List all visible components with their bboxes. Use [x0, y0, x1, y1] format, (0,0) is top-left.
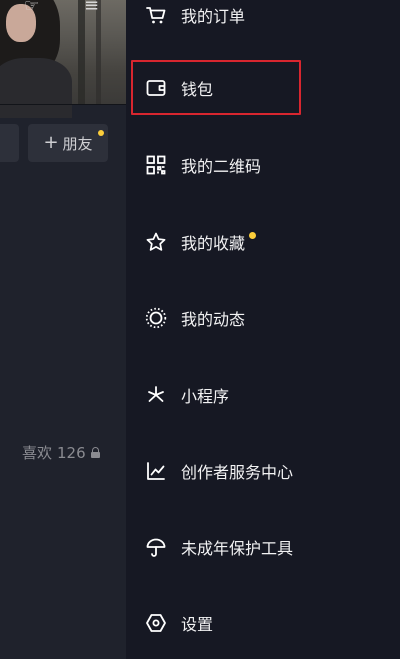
hand-icon[interactable]: ☞	[24, 0, 39, 15]
umbrella-icon	[145, 536, 167, 558]
menu-item-label: 创作者服务中心	[181, 463, 294, 482]
notification-dot	[249, 232, 256, 239]
likes-count: 126	[57, 443, 86, 462]
hamburger-menu-icon[interactable]: ≡	[84, 0, 99, 15]
star-icon	[145, 231, 167, 253]
profile-cover-photo	[0, 0, 126, 118]
menu-item-moments[interactable]: 我的动态	[126, 293, 400, 343]
menu-item-qrcode[interactable]: 我的二维码	[126, 140, 400, 190]
menu-item-label: 小程序	[181, 387, 230, 406]
menu-item-label: 我的二维码	[181, 157, 262, 176]
notification-dot	[98, 130, 104, 136]
menu-item-label: 设置	[181, 615, 214, 634]
divider	[0, 104, 126, 105]
menu-item-orders[interactable]: 我的订单	[126, 0, 400, 40]
plus-icon: +	[43, 132, 59, 153]
menu-item-wallet[interactable]: 钱包	[126, 63, 400, 113]
menu-item-creator-center[interactable]: 创作者服务中心	[126, 446, 400, 496]
menu-item-settings[interactable]: 设置	[126, 598, 400, 648]
menu-item-label: 我的订单	[181, 7, 246, 26]
cart-icon	[145, 4, 167, 26]
menu-item-minor-protection[interactable]: 未成年保护工具	[126, 522, 400, 572]
hexagon-gear-icon	[145, 612, 167, 634]
menu-item-label: 我的收藏	[181, 234, 246, 253]
menu-item-label: 钱包	[181, 80, 214, 99]
likes-tab[interactable]: 喜欢 126	[22, 442, 100, 463]
menu-item-label: 我的动态	[181, 310, 246, 329]
likes-label: 喜欢	[22, 444, 53, 462]
lock-icon	[90, 447, 100, 458]
circle-dots-icon	[145, 307, 167, 329]
chart-icon	[145, 460, 167, 482]
asterisk-icon	[145, 384, 167, 406]
add-friend-button[interactable]: + 朋友	[28, 124, 108, 162]
profile-background: ☞ ≡ + 朋友 喜欢 126	[0, 0, 126, 659]
qrcode-icon	[145, 154, 167, 176]
menu-item-label: 未成年保护工具	[181, 539, 294, 558]
wallet-icon	[145, 77, 167, 99]
menu-item-mini-programs[interactable]: 小程序	[126, 370, 400, 420]
side-drawer-menu: 我的订单 钱包 我的二维码 我的收藏 我的动态 小程序 创作者服务中心 未成年保…	[126, 0, 400, 659]
edit-profile-button[interactable]	[0, 124, 19, 162]
add-friend-label: 朋友	[62, 134, 93, 153]
menu-item-favorites[interactable]: 我的收藏	[126, 217, 400, 267]
